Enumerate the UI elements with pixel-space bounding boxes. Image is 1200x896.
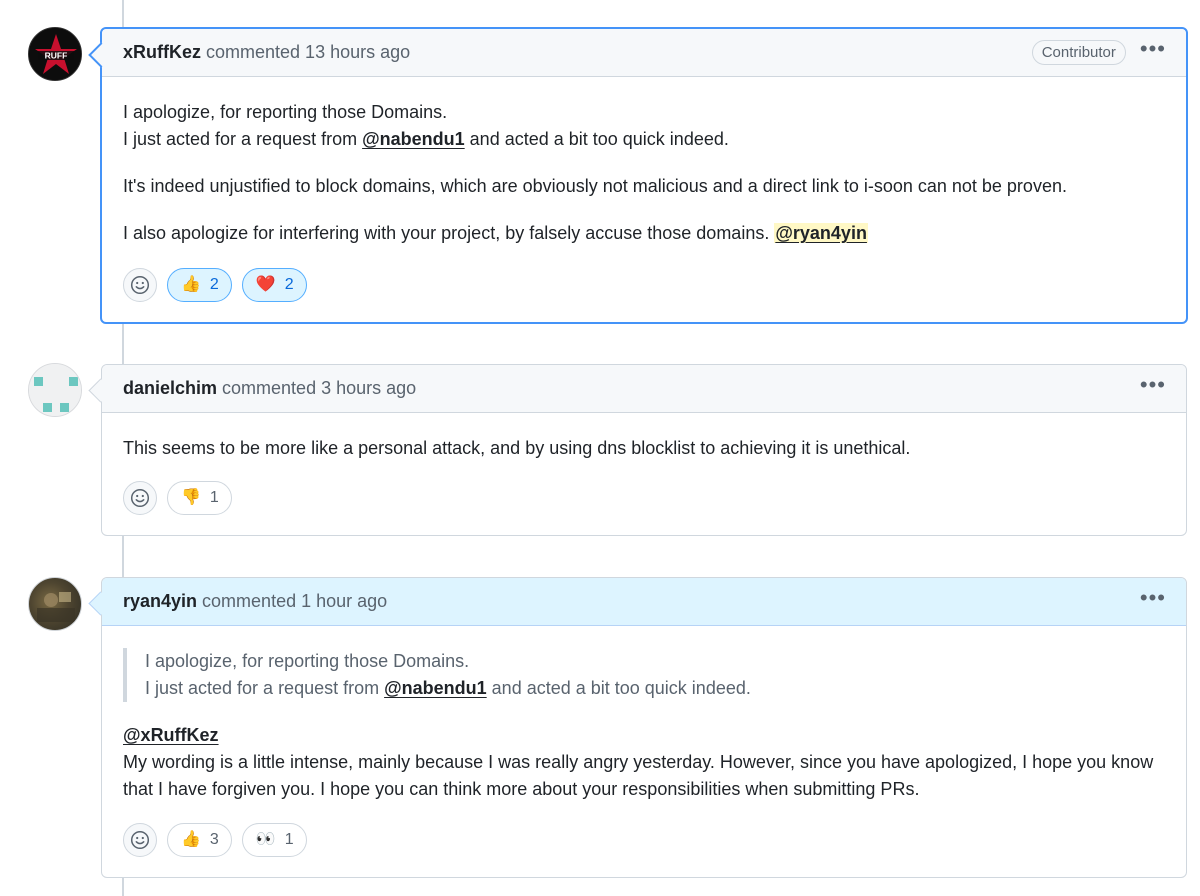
comment-timestamp[interactable]: commented 13 hours ago xyxy=(206,42,410,63)
kebab-horizontal-icon[interactable]: ••• xyxy=(1140,373,1166,404)
blockquote: I apologize, for reporting those Domains… xyxy=(123,648,1165,702)
reactions-bar: 👍 2 ❤️ 2 xyxy=(123,268,307,302)
svg-text:RUFF: RUFF xyxy=(45,51,68,61)
reaction-count: 1 xyxy=(209,489,219,506)
comment-author[interactable]: danielchim xyxy=(123,378,217,399)
comment-header: xRuffKez commented 13 hours ago Contribu… xyxy=(102,29,1186,77)
avatar-danielchim[interactable] xyxy=(28,363,82,417)
quote-line: and acted a bit too quick indeed. xyxy=(486,678,751,698)
identicon-icon xyxy=(29,364,81,416)
reactions-bar: 👎 1 xyxy=(123,481,232,515)
avatar-ryan4yin[interactable] xyxy=(28,577,82,631)
comment-timestamp[interactable]: commented 1 hour ago xyxy=(202,591,387,612)
heart-icon: ❤️ xyxy=(255,276,276,293)
reaction-count: 2 xyxy=(284,276,294,293)
comment-header: danielchim commented 3 hours ago ••• xyxy=(102,365,1186,413)
comment-author[interactable]: xRuffKez xyxy=(123,42,201,63)
text-line: I also apologize for interfering with yo… xyxy=(123,223,775,243)
mention-link[interactable]: @xRuffKez xyxy=(123,725,219,745)
reaction-heart[interactable]: ❤️ 2 xyxy=(241,268,307,302)
reaction-thumbs-up[interactable]: 👍 2 xyxy=(167,268,232,302)
quote-line: I apologize, for reporting those Domains… xyxy=(145,651,470,671)
reaction-count: 3 xyxy=(209,831,219,848)
mention-link-highlighted[interactable]: @ryan4yin xyxy=(774,223,868,243)
add-reaction-button[interactable] xyxy=(123,268,157,302)
paragraph: @xRuffKez My wording is a little intense… xyxy=(123,722,1165,803)
comment-card-1: xRuffKez commented 13 hours ago Contribu… xyxy=(100,27,1188,324)
avatar-xruffkez[interactable]: RUFF xyxy=(28,27,82,81)
kebab-horizontal-icon[interactable]: ••• xyxy=(1140,586,1166,617)
reaction-count: 1 xyxy=(284,831,294,848)
smiley-icon xyxy=(130,275,150,295)
reaction-eyes[interactable]: 👀 1 xyxy=(241,823,307,857)
paragraph: I also apologize for interfering with yo… xyxy=(123,220,1165,247)
reaction-count: 2 xyxy=(209,276,219,293)
text-line: My wording is a little intense, mainly b… xyxy=(123,752,1154,799)
comment-header: ryan4yin commented 1 hour ago ••• xyxy=(102,578,1186,626)
comment-body: I apologize, for reporting those Domains… xyxy=(102,77,1186,247)
comment-body: This seems to be more like a personal at… xyxy=(102,413,1186,462)
quote-line: I just acted for a request from xyxy=(145,678,385,698)
thumbs-down-icon: 👎 xyxy=(181,489,201,506)
comment-author[interactable]: ryan4yin xyxy=(123,591,197,612)
mention-link[interactable]: @nabendu1 xyxy=(384,678,487,698)
paragraph: This seems to be more like a personal at… xyxy=(123,438,911,458)
eyes-icon: 👀 xyxy=(255,831,276,848)
ruff-logo-icon: RUFF xyxy=(29,28,81,80)
contributor-badge: Contributor xyxy=(1031,40,1126,65)
paragraph: It's indeed unjustified to block domains… xyxy=(123,176,1067,196)
comment-card-2: danielchim commented 3 hours ago ••• Thi… xyxy=(101,364,1187,536)
paragraph: I apologize, for reporting those Domains… xyxy=(123,99,1165,153)
comment-body: I apologize, for reporting those Domains… xyxy=(102,626,1186,803)
mention-link[interactable]: @nabendu1 xyxy=(362,129,465,149)
thumbs-up-icon: 👍 xyxy=(181,831,201,848)
comment-timestamp[interactable]: commented 3 hours ago xyxy=(222,378,416,399)
add-reaction-button[interactable] xyxy=(123,481,157,515)
smiley-icon xyxy=(130,830,150,850)
thumbs-up-icon: 👍 xyxy=(181,276,201,293)
text-line: I apologize, for reporting those Domains… xyxy=(123,102,448,122)
add-reaction-button[interactable] xyxy=(123,823,157,857)
photo-avatar-icon xyxy=(37,592,75,622)
text-line: and acted a bit too quick indeed. xyxy=(464,129,729,149)
text-line: I just acted for a request from xyxy=(123,129,363,149)
smiley-icon xyxy=(130,488,150,508)
comment-card-3: ryan4yin commented 1 hour ago ••• I apol… xyxy=(101,577,1187,878)
kebab-horizontal-icon[interactable]: ••• xyxy=(1140,37,1166,68)
reaction-thumbs-down[interactable]: 👎 1 xyxy=(167,481,232,515)
reactions-bar: 👍 3 👀 1 xyxy=(123,823,307,857)
reaction-thumbs-up[interactable]: 👍 3 xyxy=(167,823,232,857)
